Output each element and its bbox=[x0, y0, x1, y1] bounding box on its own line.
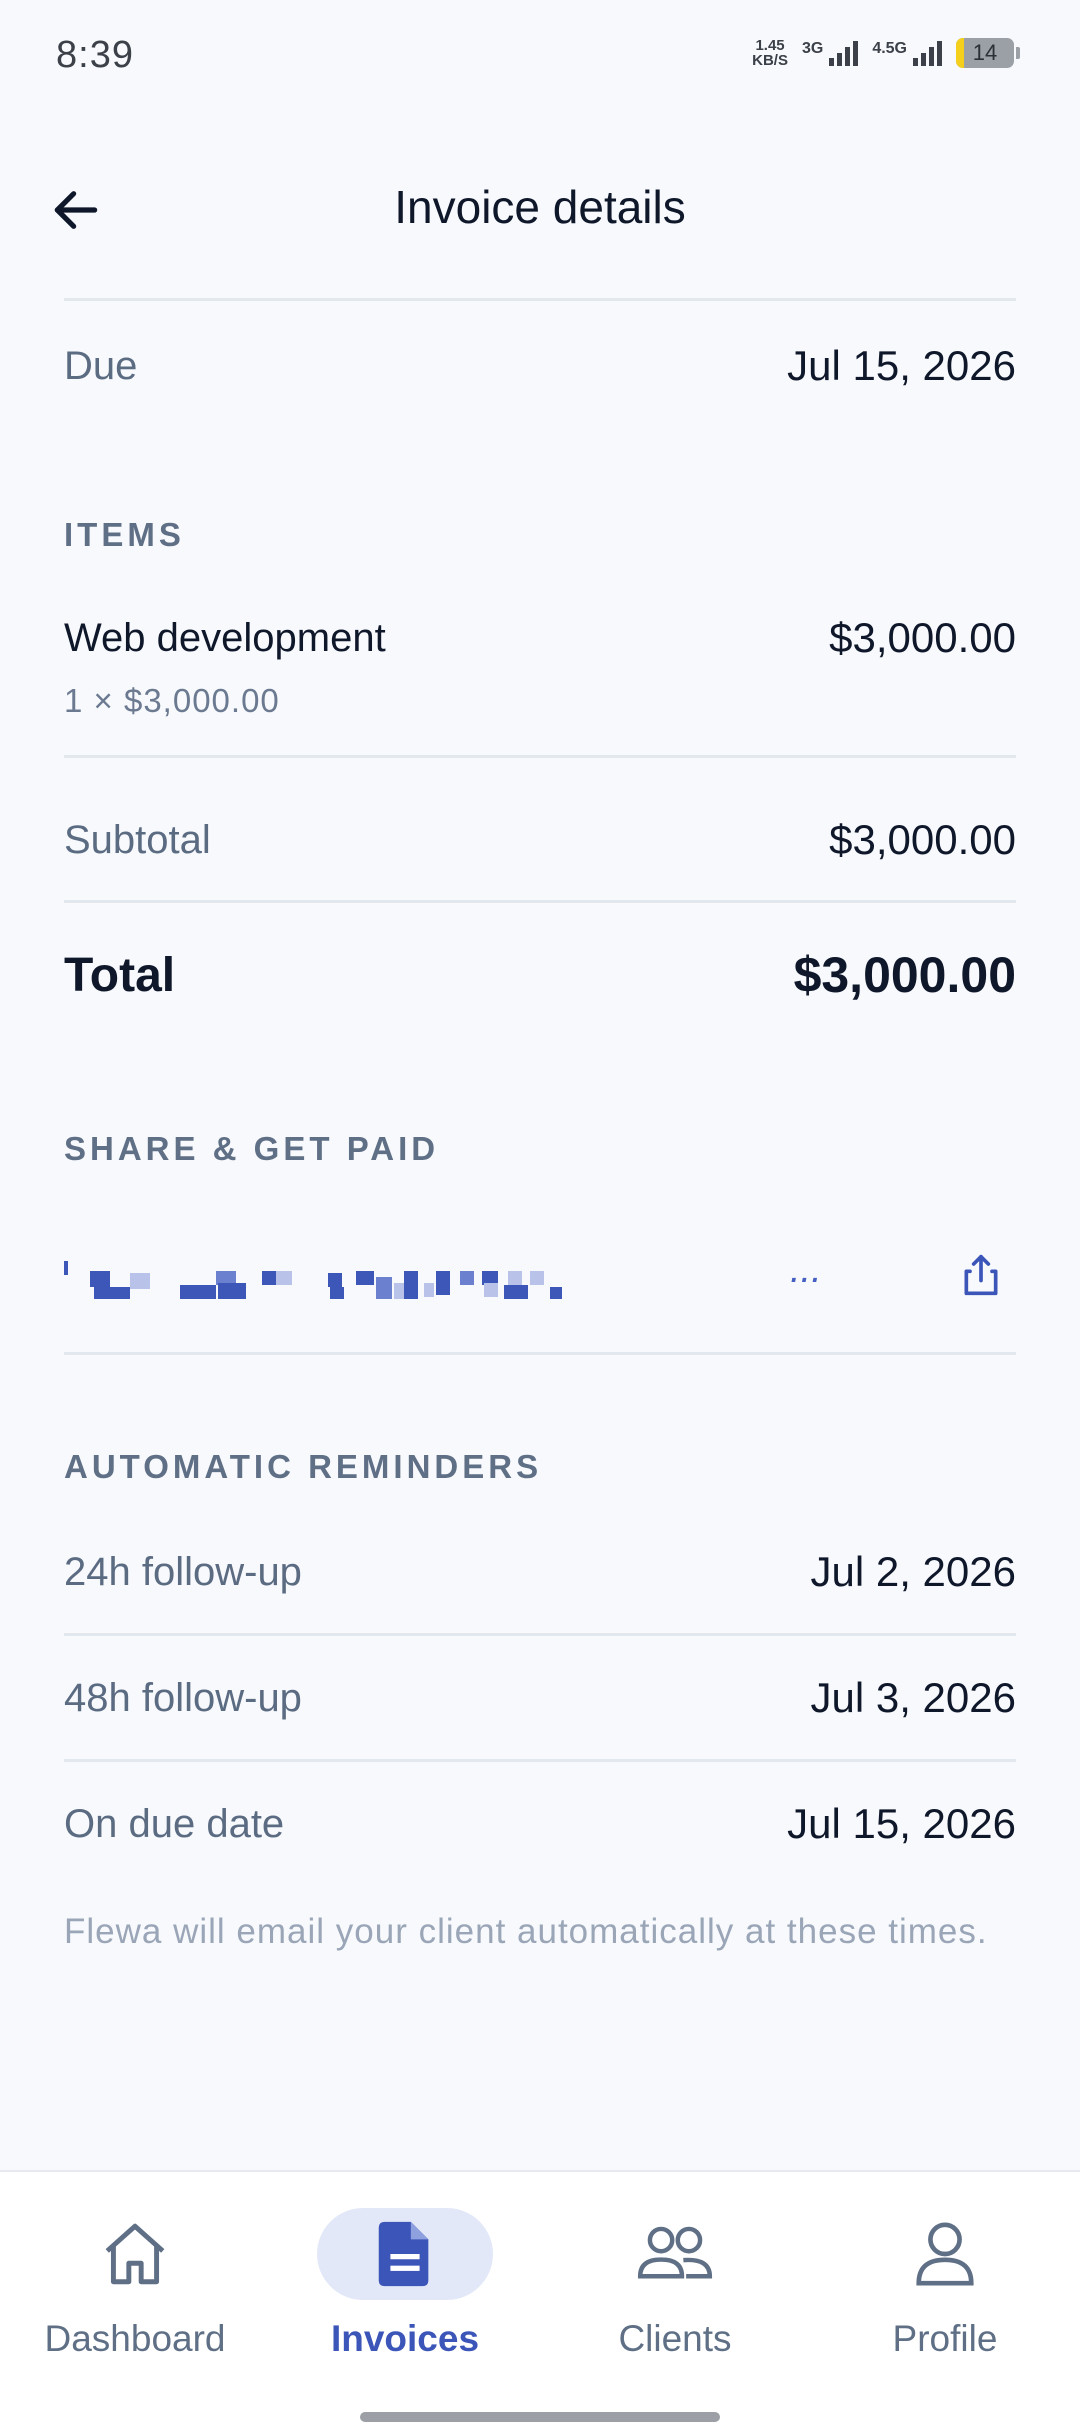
divider bbox=[64, 755, 1016, 758]
total-row: Total $3,000.00 bbox=[64, 940, 1016, 1010]
signal-4g-icon: 4.5G bbox=[872, 40, 942, 66]
due-value: Jul 15, 2026 bbox=[787, 342, 1016, 389]
app-header: Invoice details bbox=[0, 150, 1080, 268]
bottom-nav: Dashboard Invoices Clients Profile bbox=[0, 2170, 1080, 2436]
subtotal-value: $3,000.00 bbox=[829, 816, 1016, 863]
reminder-date: Jul 15, 2026 bbox=[787, 1800, 1016, 1847]
divider bbox=[64, 1759, 1016, 1762]
due-row: Due Jul 15, 2026 bbox=[64, 336, 1016, 396]
share-icon bbox=[964, 1254, 998, 1296]
page-title: Invoice details bbox=[394, 181, 686, 233]
item-name: Web development bbox=[64, 616, 386, 660]
payment-link-suffix: ... bbox=[790, 1249, 822, 1291]
reminder-row: 24h follow-up Jul 2, 2026 bbox=[64, 1542, 1016, 1602]
user-icon bbox=[916, 2222, 974, 2286]
item-amount: $3,000.00 bbox=[829, 614, 1016, 661]
nav-label: Dashboard bbox=[44, 2318, 226, 2359]
reminder-label: 24h follow-up bbox=[64, 1549, 302, 1594]
status-time: 8:39 bbox=[56, 34, 134, 76]
share-link-row: ... bbox=[64, 1240, 1016, 1310]
network-speed: 1.45 KB/S bbox=[752, 37, 788, 69]
status-bar: 8:39 1.45 KB/S 3G 4.5G 14 bbox=[0, 0, 1080, 118]
reminders-heading: AUTOMATIC REMINDERS bbox=[64, 1448, 543, 1485]
nav-profile[interactable]: Profile bbox=[810, 2208, 1080, 2360]
users-icon bbox=[637, 2226, 713, 2279]
nav-label: Profile bbox=[892, 2318, 998, 2359]
home-indicator bbox=[360, 2412, 720, 2422]
reminders-footnote: Flewa will email your client automatical… bbox=[64, 1912, 988, 1951]
divider bbox=[64, 298, 1016, 301]
items-heading: ITEMS bbox=[64, 516, 185, 553]
reminder-date: Jul 3, 2026 bbox=[810, 1674, 1017, 1721]
subtotal-row: Subtotal $3,000.00 bbox=[64, 810, 1016, 870]
divider bbox=[64, 900, 1016, 903]
battery-icon: 14 bbox=[956, 38, 1014, 68]
reminder-row: 48h follow-up Jul 3, 2026 bbox=[64, 1668, 1016, 1728]
document-icon bbox=[378, 2221, 429, 2287]
divider bbox=[64, 1633, 1016, 1636]
status-icons: 1.45 KB/S 3G 4.5G 14 bbox=[752, 38, 1020, 68]
payment-link[interactable]: ... bbox=[64, 1247, 894, 1303]
total-value: $3,000.00 bbox=[793, 947, 1016, 1003]
subtotal-label: Subtotal bbox=[64, 817, 211, 862]
nav-invoices[interactable]: Invoices bbox=[270, 2208, 540, 2360]
total-label: Total bbox=[64, 948, 176, 1002]
nav-clients[interactable]: Clients bbox=[540, 2208, 810, 2360]
reminder-row: On due date Jul 15, 2026 bbox=[64, 1794, 1016, 1854]
share-heading: SHARE & GET PAID bbox=[64, 1130, 440, 1167]
home-icon bbox=[105, 2223, 165, 2285]
reminder-label: 48h follow-up bbox=[64, 1675, 302, 1720]
divider bbox=[64, 1352, 1016, 1355]
nav-label: Invoices bbox=[330, 2318, 480, 2359]
due-label: Due bbox=[64, 343, 138, 388]
nav-dashboard[interactable]: Dashboard bbox=[0, 2208, 270, 2360]
nav-label: Clients bbox=[618, 2318, 732, 2359]
item-quantity-price: 1 × $3,000.00 bbox=[64, 682, 280, 719]
share-button[interactable] bbox=[946, 1240, 1016, 1310]
signal-3g-icon: 3G bbox=[802, 40, 859, 66]
reminder-label: On due date bbox=[64, 1801, 285, 1846]
reminder-date: Jul 2, 2026 bbox=[810, 1548, 1017, 1595]
